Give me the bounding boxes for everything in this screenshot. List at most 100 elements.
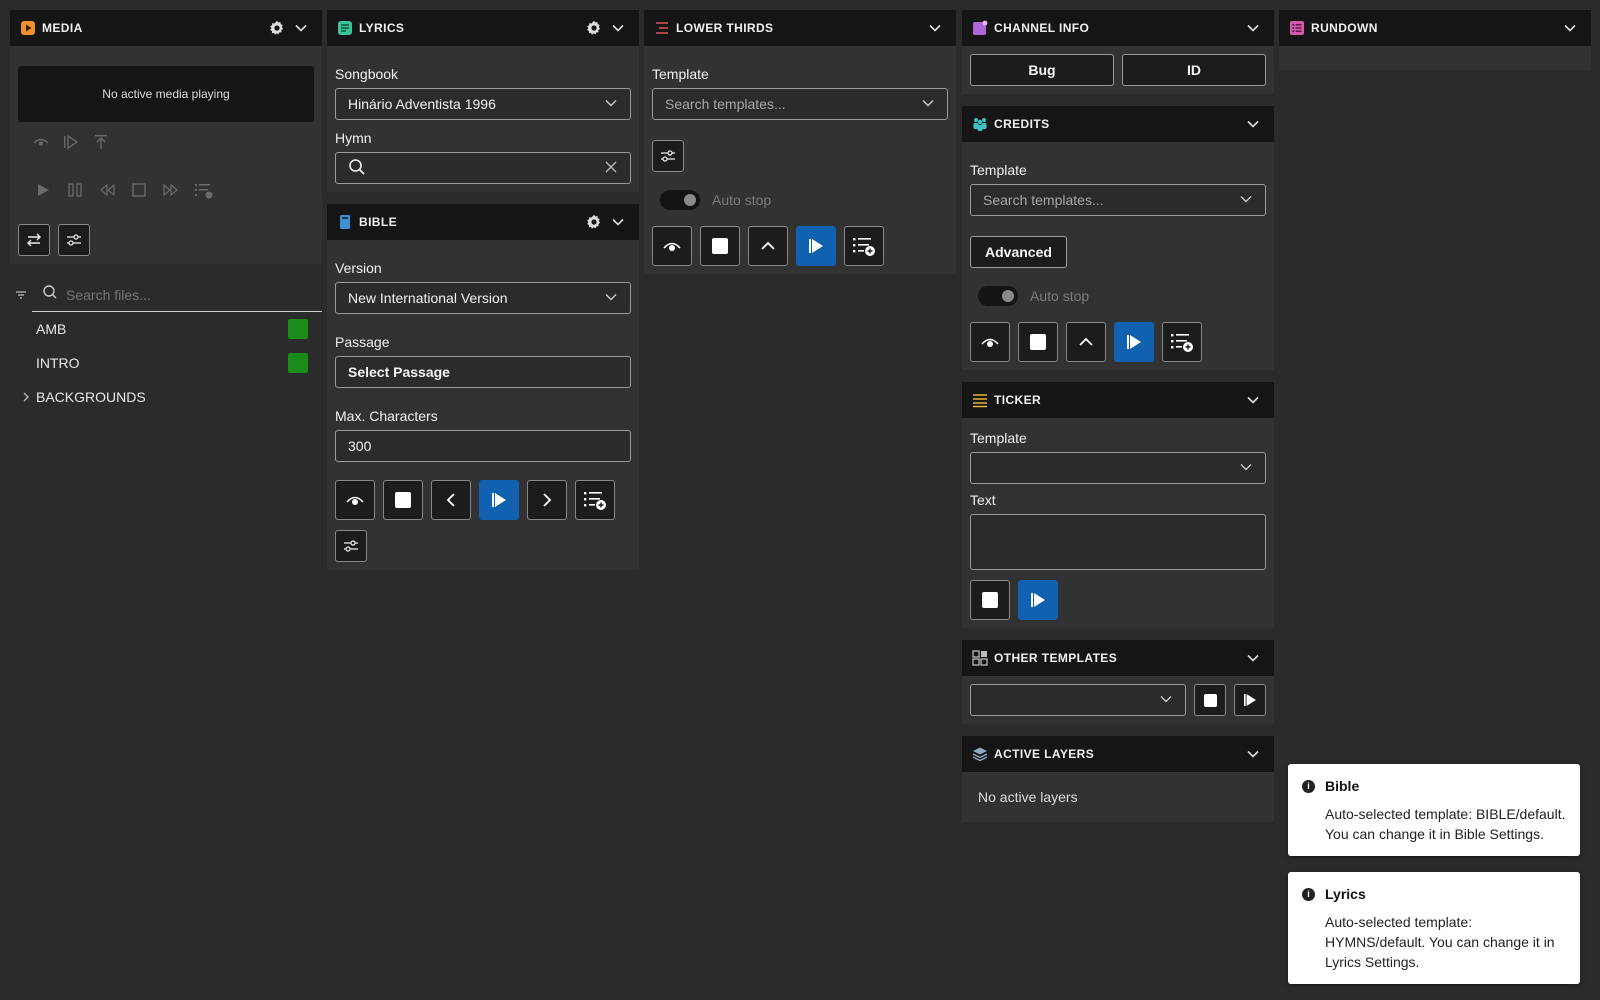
chevron-down-icon[interactable] [1242,743,1264,765]
gear-icon[interactable] [583,17,605,39]
fast-forward-icon[interactable] [162,181,180,204]
folder-item[interactable]: BACKGROUNDS [16,380,322,414]
upload-icon[interactable] [92,133,110,156]
media-settings-button[interactable] [58,224,90,256]
id-button[interactable]: ID [1122,54,1266,86]
maxchars-label: Max. Characters [335,408,438,424]
bible-settings-button[interactable] [335,530,367,562]
play-button[interactable] [796,226,836,266]
chevron-down-icon[interactable] [607,17,629,39]
bug-button[interactable]: Bug [970,54,1114,86]
chevron-down-icon [1239,460,1253,477]
swap-button[interactable] [18,224,50,256]
gear-icon[interactable] [266,17,288,39]
rundown-panel-header[interactable]: RUNDOWN [1279,10,1591,46]
bible-panel-header[interactable]: BIBLE [327,204,639,240]
preview-button[interactable] [652,226,692,266]
stop-button[interactable] [383,480,423,520]
list-item[interactable]: AMB [36,312,322,346]
select-passage-button[interactable]: Select Passage [335,356,631,388]
credits-panel-header[interactable]: CREDITS [962,106,1274,142]
credits-icon [972,116,988,132]
chevron-down-icon[interactable] [1559,17,1581,39]
other-templates-panel-header[interactable]: OTHER TEMPLATES [962,640,1274,676]
rundown-icon [1289,20,1305,36]
play-button[interactable] [1018,580,1058,620]
preview-eye-icon[interactable] [32,133,50,156]
next-button[interactable] [527,480,567,520]
lt-autostop-toggle[interactable]: Auto stop [660,190,948,210]
sliders-icon [344,540,358,552]
toggle-switch[interactable] [978,286,1018,306]
toast-notification[interactable]: i Lyrics Auto-selected template: HYMNS/d… [1288,872,1580,984]
add-to-rundown-button[interactable] [844,226,884,266]
previous-button[interactable] [431,480,471,520]
version-select[interactable]: New International Version [335,282,631,314]
ticker-text-area[interactable] [970,514,1266,570]
credits-autostop-toggle[interactable]: Auto stop [978,286,1266,306]
rewind-icon[interactable] [98,181,116,204]
preview-button[interactable] [970,322,1010,362]
add-to-rundown-button[interactable] [575,480,615,520]
chevron-down-icon[interactable] [1242,647,1264,669]
file-search-field[interactable] [32,278,322,312]
preview-eye-icon [346,496,364,505]
play-icon[interactable] [34,181,52,204]
credits-template-select[interactable]: Search templates... [970,184,1266,216]
search-icon [42,284,58,305]
play-button[interactable] [1114,322,1154,362]
lyrics-bible-column: LYRICS Songbook Hinário Adventista 1996 … [327,10,639,582]
file-search-input[interactable] [66,286,322,303]
maxchars-input[interactable]: 300 [335,430,631,462]
add-to-rundown-icon [584,492,606,510]
stop-button[interactable] [700,226,740,266]
lyrics-panel-header[interactable]: LYRICS [327,10,639,46]
chevron-down-icon[interactable] [607,211,629,233]
rundown-column: RUNDOWN [1279,10,1591,82]
stop-button[interactable] [970,580,1010,620]
other-template-select[interactable] [970,684,1186,716]
update-button[interactable] [748,226,788,266]
lyrics-icon [337,20,353,36]
toast-notification[interactable]: i Bible Auto-selected template: BIBLE/de… [1288,764,1580,856]
hymn-search-field[interactable] [335,152,631,184]
pause-icon[interactable] [66,181,84,204]
gear-icon[interactable] [583,211,605,233]
media-panel-header[interactable]: MEDIA [10,10,322,46]
update-button[interactable] [1066,322,1106,362]
ticker-panel-header[interactable]: TICKER [962,382,1274,418]
ticker-template-select[interactable] [970,452,1266,484]
preview-button[interactable] [335,480,375,520]
stop-button[interactable] [1194,684,1226,716]
add-to-rundown-button[interactable] [1162,322,1202,362]
credits-template-placeholder: Search templates... [983,192,1104,208]
lt-template-select[interactable]: Search templates... [652,88,948,120]
stop-button[interactable] [1018,322,1058,362]
play-icon [1031,593,1045,607]
chevron-down-icon[interactable] [290,17,312,39]
add-to-rundown-icon[interactable] [194,181,214,204]
chevron-down-icon[interactable] [924,17,946,39]
chevron-down-icon[interactable] [1242,389,1264,411]
active-layers-panel-header[interactable]: ACTIVE LAYERS [962,736,1274,772]
lower-thirds-panel-header[interactable]: LOWER THIRDS [644,10,956,46]
toggle-switch[interactable] [660,190,700,210]
stop-icon[interactable] [130,181,148,204]
list-item[interactable]: INTRO [36,346,322,380]
ticker-text-label: Text [970,492,996,508]
sliders-icon [67,234,81,246]
chevron-down-icon[interactable] [1242,17,1264,39]
play-button[interactable] [1234,684,1266,716]
play-next-icon[interactable] [62,133,80,156]
chevron-down-icon [604,96,618,113]
close-icon[interactable] [604,160,618,177]
chevron-down-icon[interactable] [1242,113,1264,135]
channel-info-panel-header[interactable]: CHANNEL INFO [962,10,1274,46]
filter-icon[interactable] [10,289,32,301]
play-button[interactable] [479,480,519,520]
ticker-panel: TICKER Template Text [962,382,1274,628]
songbook-select[interactable]: Hinário Adventista 1996 [335,88,631,120]
advanced-button[interactable]: Advanced [970,236,1067,268]
lt-settings-button[interactable] [652,140,684,172]
rundown-list [1279,46,1591,70]
